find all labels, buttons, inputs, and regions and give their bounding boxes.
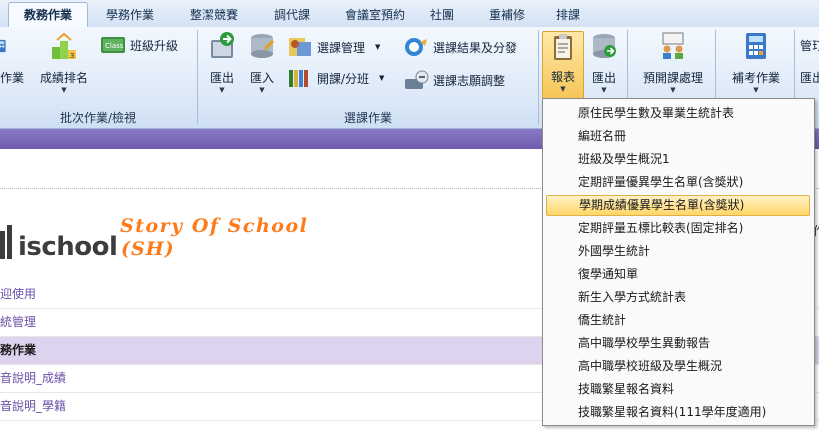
- course-export-button[interactable]: 匯出 ▼: [204, 31, 240, 101]
- tab-cleanliness[interactable]: 整潔競賽: [176, 4, 252, 26]
- tab-substitute[interactable]: 調代課: [260, 4, 324, 26]
- chevron-down-icon: ▼: [61, 86, 67, 94]
- group-label-course: 選課作業: [343, 111, 392, 125]
- tab-scheduling[interactable]: 排課: [548, 4, 588, 26]
- svg-text:3: 3: [70, 52, 74, 60]
- export-icon: [211, 32, 234, 58]
- tagline-story: Story Of School: [120, 215, 309, 237]
- report-export-button[interactable]: 匯出 ▼: [586, 31, 622, 101]
- menu-item-five-standard[interactable]: 定期評量五標比較表(固定排名): [546, 218, 810, 239]
- report-button[interactable]: 報表 ▼: [542, 31, 584, 99]
- chevron-down-icon: ▼: [379, 74, 385, 82]
- tagline-sh: (SH): [121, 238, 175, 260]
- group-label-batch: 批次作業/檢視: [59, 111, 137, 125]
- menu-item-semester-excellent[interactable]: 學期成績優異學生名單(含獎狀): [546, 195, 810, 216]
- result-assign-icon: [405, 38, 427, 56]
- chevron-down-icon: ▼: [375, 43, 381, 51]
- grade-rank-button[interactable]: 3 成績排名 ▼: [34, 31, 94, 101]
- menu-item-admission-method[interactable]: 新生入學方式統計表: [546, 287, 810, 308]
- tab-club[interactable]: 社團: [422, 4, 462, 26]
- class-promote-button[interactable]: Class 班級升級: [100, 33, 178, 57]
- logo-bars-icon: [0, 225, 12, 259]
- manage-button-cut[interactable]: 管玎: [800, 37, 819, 67]
- chevron-down-icon: ▼: [670, 86, 676, 94]
- tab-makeup[interactable]: 重補修: [476, 4, 538, 26]
- chevron-down-icon: ▼: [560, 85, 566, 93]
- menu-item-overseas-stats[interactable]: 僑生統計: [546, 310, 810, 331]
- menu-item-star-application[interactable]: 技職繁星報名資料: [546, 379, 810, 400]
- course-manage-button[interactable]: 選課管理 ▼: [287, 35, 380, 59]
- chevron-down-icon: ▼: [259, 86, 265, 94]
- wish-adjust-button[interactable]: 選課志願調整: [403, 68, 505, 92]
- group-separator: [538, 30, 539, 124]
- people-board-icon: [662, 32, 684, 59]
- ribbon-tab-strip: 教務作業 學務作業 整潔競賽 調代課 會議室預約 社團 重補修 排課: [0, 0, 819, 28]
- makeup-exam-button[interactable]: 補考作業 ▼: [724, 31, 788, 101]
- database-export-icon: [593, 34, 616, 58]
- preopen-course-button[interactable]: 預開課處理 ▼: [634, 31, 712, 101]
- export-button-cut[interactable]: 匯出: [800, 69, 819, 89]
- tab-academic[interactable]: 教務作業: [8, 2, 88, 28]
- course-import-button[interactable]: 匯入 ▼: [244, 31, 280, 101]
- homework-button[interactable]: 作業: [0, 31, 26, 101]
- menu-item-foreign-students[interactable]: 外國學生統計: [546, 241, 810, 262]
- chevron-down-icon: ▼: [219, 86, 225, 94]
- calculator-icon: [0, 39, 6, 53]
- menu-item-class-overview[interactable]: 班級及學生概況1: [546, 149, 810, 170]
- class-promote-icon: Class: [101, 37, 125, 53]
- menu-item-indigenous-stats[interactable]: 原住民學生數及畢業生統計表: [546, 103, 810, 124]
- open-course-icon: [289, 70, 308, 87]
- menu-item-readmission-notice[interactable]: 復學通知單: [546, 264, 810, 285]
- rank-podium-icon: 3: [52, 32, 76, 60]
- report-dropdown-menu: 原住民學生數及畢業生統計表 編班名冊 班級及學生概況1 定期評量優異學生名單(含…: [542, 98, 815, 426]
- menu-item-class-roster[interactable]: 編班名冊: [546, 126, 810, 147]
- svg-text:Class: Class: [105, 42, 124, 50]
- wish-adjust-icon: [405, 70, 429, 89]
- menu-item-school-overview[interactable]: 高中職學校班級及學生概況: [546, 356, 810, 377]
- calculator-icon: [746, 33, 766, 59]
- database-import-icon: [251, 34, 275, 58]
- chevron-down-icon: ▼: [601, 86, 607, 94]
- report-clipboard-icon: [554, 34, 572, 60]
- menu-item-star-application-111[interactable]: 技職繁星報名資料(111學年度適用): [546, 402, 810, 423]
- logo-text: ischool: [18, 232, 118, 262]
- tab-meeting-room[interactable]: 會議室預約: [330, 4, 420, 26]
- tab-student-affairs[interactable]: 學務作業: [92, 4, 168, 26]
- open-course-button[interactable]: 開課/分班 ▼: [287, 66, 384, 90]
- course-manage-icon: [289, 38, 311, 56]
- course-result-button[interactable]: 選課結果及分發: [403, 35, 517, 59]
- menu-item-periodic-excellent[interactable]: 定期評量優異學生名單(含獎狀): [546, 172, 810, 193]
- menu-item-status-change[interactable]: 高中職學校學生異動報告: [546, 333, 810, 354]
- chevron-down-icon: ▼: [753, 86, 759, 94]
